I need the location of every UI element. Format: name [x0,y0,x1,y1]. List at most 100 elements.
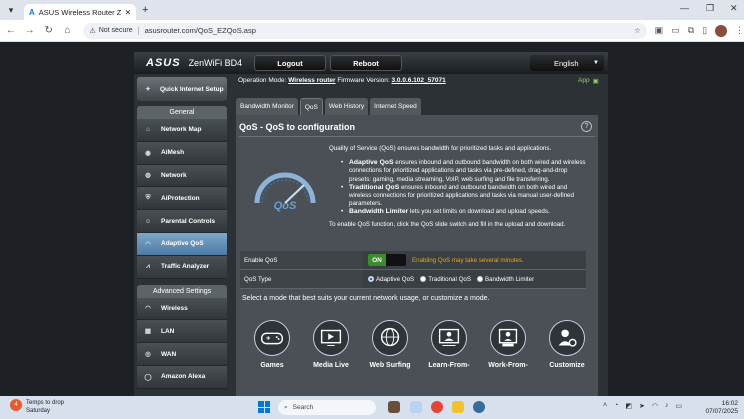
radio-label: Traditional QoS [428,275,471,283]
radio-button[interactable] [476,276,483,282]
opmode-link[interactable]: Wireless router [288,77,335,84]
qr-icon: ▣ [592,78,599,85]
radio-button[interactable] [420,276,427,282]
url-field[interactable]: ⚠ Not secure asusrouter.com/QoS_EZQoS.asp… [83,22,647,39]
mode-work-from[interactable]: Work-From- [488,320,528,369]
tab-web-history[interactable]: Web History [324,98,369,115]
radio-button[interactable] [368,276,374,282]
volume-icon[interactable]: ♪ [665,402,669,410]
profile-avatar[interactable] [715,24,727,37]
qos-icon: ◠ [145,240,151,248]
qos-type-options: Adaptive QoS Traditional QoS Bandwidth Lim… [362,270,586,288]
enable-qos-row: Enable QoS ON Enabling QoS may take seve… [240,251,586,270]
quick-setup-button[interactable]: ✦ Quick Internet Setup [137,77,227,101]
wifi-icon[interactable]: ◠ [652,402,658,410]
sidebar-item-label: Wireless [161,304,188,312]
menu-kebab-icon[interactable]: ⋮ [735,25,744,36]
weather-widget[interactable]: 4 Temps to drop Saturday [10,399,64,415]
sidebar-item-lan[interactable]: ▦ LAN [137,320,227,344]
learn-icon[interactable] [431,320,467,356]
sidebar-item-traffic-analyzer[interactable]: ⩘ Traffic Analyzer [137,255,227,279]
router-ui: ASUS ZenWiFi BD4 Logout Reboot English ▼… [134,52,608,396]
mode-learn-from[interactable]: Learn-From- [428,320,470,369]
mode-media-live[interactable]: Media Live [313,320,349,369]
home-icon[interactable]: ⌂ [60,25,76,36]
sidebar-item-parental-controls[interactable]: ☺ Parental Controls [137,210,227,233]
language-select[interactable]: English ▼ [530,55,604,71]
shield-icon: ⛨ [145,194,151,202]
tab-qos[interactable]: QoS [299,98,323,115]
maximize-icon[interactable]: ❐ [706,3,714,14]
widget-app-icon[interactable] [388,401,400,413]
mode-label: Learn-From- [428,362,470,369]
tab-bandwidth-monitor[interactable]: Bandwidth Monitor [236,98,298,115]
work-icon[interactable] [490,320,526,356]
logout-button[interactable]: Logout [254,55,326,71]
globe-icon[interactable] [372,320,408,356]
reload-icon[interactable]: ↻ [41,25,57,36]
gamepad-icon[interactable] [254,320,290,356]
tab-internet-speed[interactable]: Internet Speed [370,98,421,115]
radio-adaptive-qos[interactable]: Adaptive QoS [368,276,414,283]
minimize-icon[interactable]: — [680,3,689,13]
clock[interactable]: 16:02 07/07/2025 [705,400,738,416]
radio-traditional-qos[interactable]: Traditional QoS [420,276,471,283]
firmware-link[interactable]: 3.0.0.6.102_57071 [392,77,446,84]
reboot-button[interactable]: Reboot [330,55,402,71]
sidebar-item-label: LAN [161,327,175,335]
sidebar-item-amazon-alexa[interactable]: ◯ Amazon Alexa [137,365,227,389]
copilot-icon[interactable] [410,401,422,413]
tray-chevron-icon[interactable]: ˄ [603,402,607,410]
settings-gear-icon[interactable] [473,401,485,413]
qos-toggle[interactable]: ON [368,254,406,266]
warning-icon: ⚠ [89,27,96,35]
extensions-puzzle-icon[interactable]: ⧉ [688,25,694,36]
taskbar-search[interactable]: ⌕ Search [278,400,376,415]
radio-bandwidth-limiter[interactable]: Bandwidth Limiter [476,276,534,283]
media-icon[interactable] [313,320,349,356]
extension-icon[interactable]: ▣ [655,25,664,36]
customize-icon[interactable] [549,320,585,356]
alexa-icon: ◯ [144,373,152,381]
mode-web-surfing[interactable]: Web Surfing [369,320,411,369]
sidebar-item-aiprotection[interactable]: ⛨ AiProtection [137,187,227,211]
title-divider [239,136,595,137]
address-bar-row: ← → ↻ ⌂ ⚠ Not secure asusrouter.com/QoS_E… [0,20,744,42]
parental-icon: ☺ [144,217,152,225]
sidebar-item-wireless[interactable]: ◠ Wireless [137,297,227,321]
battery-icon[interactable]: ▭ [675,402,682,410]
bookmark-star-icon[interactable]: ☆ [634,26,641,35]
browser-tab[interactable]: A ASUS Wireless Router ZenWiF... ✕ [24,4,136,20]
browser-tab-title: ASUS Wireless Router ZenWiF... [38,7,121,17]
help-icon[interactable]: ? [581,121,592,132]
tray-app-icon[interactable]: ◔ [614,402,618,410]
bullet-title: Adaptive QoS [349,159,394,167]
start-windows-icon[interactable] [258,401,270,413]
close-window-icon[interactable]: ✕ [730,3,738,14]
sidebar-item-aimesh[interactable]: ◉ AiMesh [137,141,227,165]
sidebar-item-wan[interactable]: ◎ WAN [137,343,227,366]
mode-customize[interactable]: Customize [549,320,585,369]
mode-games[interactable]: Games [254,320,290,369]
general-menu: ⌂ Network Map ◉ AiMesh ◍ Network ⛨ AiProtection… [137,119,227,279]
sidepanel-icon[interactable]: ▯ [702,25,707,36]
new-tab-button[interactable]: + [142,4,148,16]
forward-icon[interactable]: → [22,25,38,36]
sidebar-item-network[interactable]: ◍ Network [137,164,227,188]
back-icon[interactable]: ← [3,25,19,36]
not-secure-badge[interactable]: ⚠ Not secure [89,26,139,35]
file-explorer-icon[interactable] [452,401,464,413]
sidebar-item-network-map[interactable]: ⌂ Network Map [137,119,227,142]
aimesh-icon: ◉ [145,149,151,157]
app-link[interactable]: App ▣ [578,77,599,85]
network-icon: ◍ [145,172,151,180]
qos-panel: QoS - QoS to configuration ? QoS Quality… [236,115,598,396]
close-tab-icon[interactable]: ✕ [125,8,131,17]
tab-search-icon[interactable]: ▾ [4,3,18,17]
cast-icon[interactable]: ▭ [671,25,680,36]
tray-app2-icon[interactable]: ◩ [625,402,632,410]
qos-type-label: QoS Type [240,270,362,288]
sidebar-item-adaptive-qos[interactable]: ◠ Adaptive QoS [137,232,227,256]
send-icon[interactable]: ➤ [639,402,645,410]
chrome-icon[interactable] [431,401,443,413]
